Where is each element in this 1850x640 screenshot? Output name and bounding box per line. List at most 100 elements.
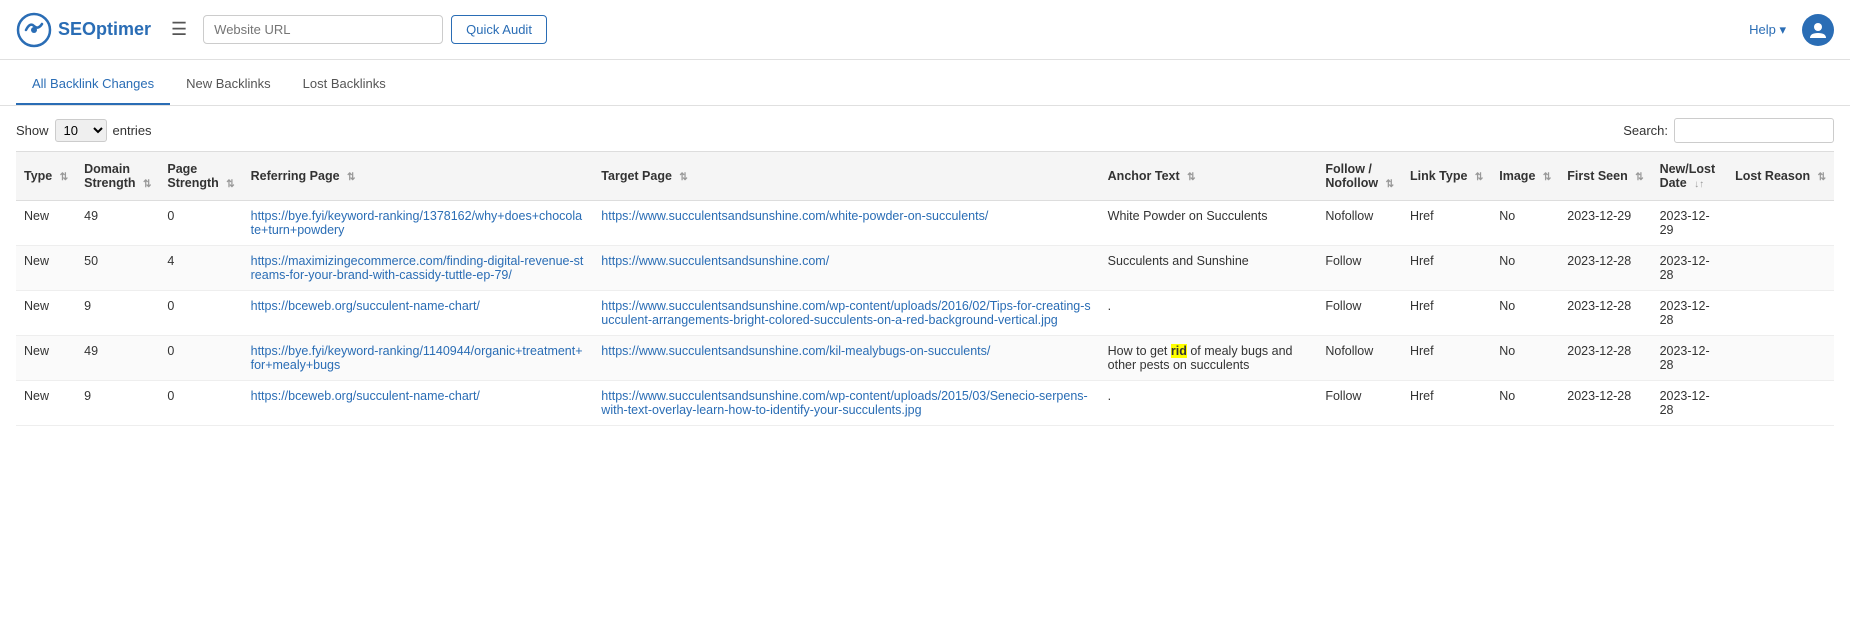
table-body: New490https://bye.fyi/keyword-ranking/13… xyxy=(16,201,1834,426)
search-input[interactable] xyxy=(1674,118,1834,143)
table-header-row: Type ⇅ DomainStrength ⇅ PageStrength ⇅ R… xyxy=(16,152,1834,201)
backlink-url[interactable]: https://bye.fyi/keyword-ranking/1140944/… xyxy=(251,344,583,372)
table-cell: 0 xyxy=(159,381,242,426)
table-cell[interactable]: https://bceweb.org/succulent-name-chart/ xyxy=(243,381,594,426)
table-cell[interactable]: https://www.succulentsandsunshine.com/ki… xyxy=(593,336,1099,381)
table-cell: 2023-12-28 xyxy=(1559,246,1651,291)
table-cell[interactable]: https://www.succulentsandsunshine.com/wp… xyxy=(593,291,1099,336)
sort-icon-newlost: ↓↑ xyxy=(1694,179,1704,190)
table-controls: Show 10 25 50 100 entries Search: xyxy=(0,106,1850,151)
table-cell: New xyxy=(16,381,76,426)
col-follow-nofollow[interactable]: Follow /Nofollow ⇅ xyxy=(1317,152,1402,201)
table-cell[interactable]: https://bye.fyi/keyword-ranking/1378162/… xyxy=(243,201,594,246)
table-cell: New xyxy=(16,336,76,381)
col-first-seen[interactable]: First Seen ⇅ xyxy=(1559,152,1651,201)
table-cell: Nofollow xyxy=(1317,336,1402,381)
col-referring-page[interactable]: Referring Page ⇅ xyxy=(243,152,594,201)
col-link-type[interactable]: Link Type ⇅ xyxy=(1402,152,1491,201)
col-target-page[interactable]: Target Page ⇅ xyxy=(593,152,1099,201)
help-button[interactable]: Help ▾ xyxy=(1749,22,1786,38)
search-label: Search: xyxy=(1623,123,1668,138)
backlink-url[interactable]: https://bceweb.org/succulent-name-chart/ xyxy=(251,299,480,313)
table-cell: New xyxy=(16,246,76,291)
col-type[interactable]: Type ⇅ xyxy=(16,152,76,201)
table-cell: 49 xyxy=(76,336,159,381)
tab-lost-backlinks[interactable]: Lost Backlinks xyxy=(287,64,402,105)
col-domain-strength[interactable]: DomainStrength ⇅ xyxy=(76,152,159,201)
table-cell[interactable]: https://www.succulentsandsunshine.com/ xyxy=(593,246,1099,291)
col-page-strength[interactable]: PageStrength ⇅ xyxy=(159,152,242,201)
table-cell: Href xyxy=(1402,381,1491,426)
anchor-text-cell: How to get rid of mealy bugs and other p… xyxy=(1100,336,1318,381)
table-row: New504https://maximizingecommerce.com/fi… xyxy=(16,246,1834,291)
backlink-url[interactable]: https://www.succulentsandsunshine.com/wp… xyxy=(601,389,1087,417)
table-cell: New xyxy=(16,291,76,336)
table-cell xyxy=(1727,201,1834,246)
backlink-url[interactable]: https://www.succulentsandsunshine.com/ xyxy=(601,254,829,268)
tab-all-backlink-changes[interactable]: All Backlink Changes xyxy=(16,64,170,105)
table-cell xyxy=(1727,291,1834,336)
entries-label: entries xyxy=(113,123,152,138)
backlink-url[interactable]: https://maximizingecommerce.com/finding-… xyxy=(251,254,584,282)
header: SEOptimer ☰ Quick Audit Help ▾ xyxy=(0,0,1850,60)
backlink-url[interactable]: https://www.succulentsandsunshine.com/ki… xyxy=(601,344,990,358)
website-url-input[interactable] xyxy=(203,15,443,44)
table-cell[interactable]: https://www.succulentsandsunshine.com/wp… xyxy=(593,381,1099,426)
table-cell xyxy=(1727,381,1834,426)
tab-new-backlinks[interactable]: New Backlinks xyxy=(170,64,287,105)
table-cell[interactable]: https://maximizingecommerce.com/finding-… xyxy=(243,246,594,291)
table-cell: 2023-12-28 xyxy=(1652,246,1728,291)
table-cell: No xyxy=(1491,336,1559,381)
table-cell: New xyxy=(16,201,76,246)
backlink-url[interactable]: https://bye.fyi/keyword-ranking/1378162/… xyxy=(251,209,582,237)
sort-icon-image: ⇅ xyxy=(1543,172,1551,183)
table-cell: 2023-12-28 xyxy=(1559,336,1651,381)
hamburger-button[interactable]: ☰ xyxy=(167,15,191,44)
table-cell: 0 xyxy=(159,336,242,381)
highlighted-text: rid xyxy=(1171,344,1187,358)
table-cell: 2023-12-28 xyxy=(1652,291,1728,336)
show-label: Show xyxy=(16,123,49,138)
table-cell: 9 xyxy=(76,381,159,426)
backlink-url[interactable]: https://bceweb.org/succulent-name-chart/ xyxy=(251,389,480,403)
anchor-text-cell: . xyxy=(1100,381,1318,426)
anchor-text-cell: . xyxy=(1100,291,1318,336)
col-lost-reason[interactable]: Lost Reason ⇅ xyxy=(1727,152,1834,201)
sort-icon-linktype: ⇅ xyxy=(1475,172,1483,183)
col-anchor-text[interactable]: Anchor Text ⇅ xyxy=(1100,152,1318,201)
anchor-text-cell: White Powder on Succulents xyxy=(1100,201,1318,246)
table-row: New490 https://bye.fyi/keyword-ranking/13… xyxy=(16,201,1834,246)
sort-icon-target: ⇅ xyxy=(679,172,687,183)
table-cell[interactable]: https://www.succulentsandsunshine.com/wh… xyxy=(593,201,1099,246)
logo: SEOptimer xyxy=(16,12,151,48)
tabs-nav: All Backlink Changes New Backlinks Lost … xyxy=(0,64,1850,106)
entries-select[interactable]: 10 25 50 100 xyxy=(55,119,107,142)
sort-icon-type: ⇅ xyxy=(60,172,68,183)
table-cell: 50 xyxy=(76,246,159,291)
table-cell: 0 xyxy=(159,201,242,246)
table-cell[interactable]: https://bceweb.org/succulent-name-chart/ xyxy=(243,291,594,336)
table-cell: Follow xyxy=(1317,291,1402,336)
table-cell: Follow xyxy=(1317,381,1402,426)
user-avatar[interactable] xyxy=(1802,14,1834,46)
table-cell: Href xyxy=(1402,291,1491,336)
show-entries-control: Show 10 25 50 100 entries xyxy=(16,119,152,142)
quick-audit-button[interactable]: Quick Audit xyxy=(451,15,547,44)
table-cell: No xyxy=(1491,381,1559,426)
backlink-url[interactable]: https://www.succulentsandsunshine.com/wp… xyxy=(601,299,1090,327)
sort-icon-follow: ⇅ xyxy=(1386,179,1394,190)
table-cell: 2023-12-29 xyxy=(1652,201,1728,246)
backlink-url[interactable]: https://www.succulentsandsunshine.com/wh… xyxy=(601,209,988,223)
table-cell: No xyxy=(1491,291,1559,336)
col-new-lost-date[interactable]: New/LostDate ↓↑ xyxy=(1652,152,1728,201)
table-cell: Follow xyxy=(1317,246,1402,291)
table-cell: 2023-12-28 xyxy=(1652,381,1728,426)
sort-icon-anchor: ⇅ xyxy=(1187,172,1195,183)
table-cell[interactable]: https://bye.fyi/keyword-ranking/1140944/… xyxy=(243,336,594,381)
table-cell: 0 xyxy=(159,291,242,336)
header-right: Help ▾ xyxy=(1749,14,1834,46)
table-cell: 9 xyxy=(76,291,159,336)
col-image[interactable]: Image ⇅ xyxy=(1491,152,1559,201)
table-cell: Href xyxy=(1402,336,1491,381)
table-cell: 49 xyxy=(76,201,159,246)
